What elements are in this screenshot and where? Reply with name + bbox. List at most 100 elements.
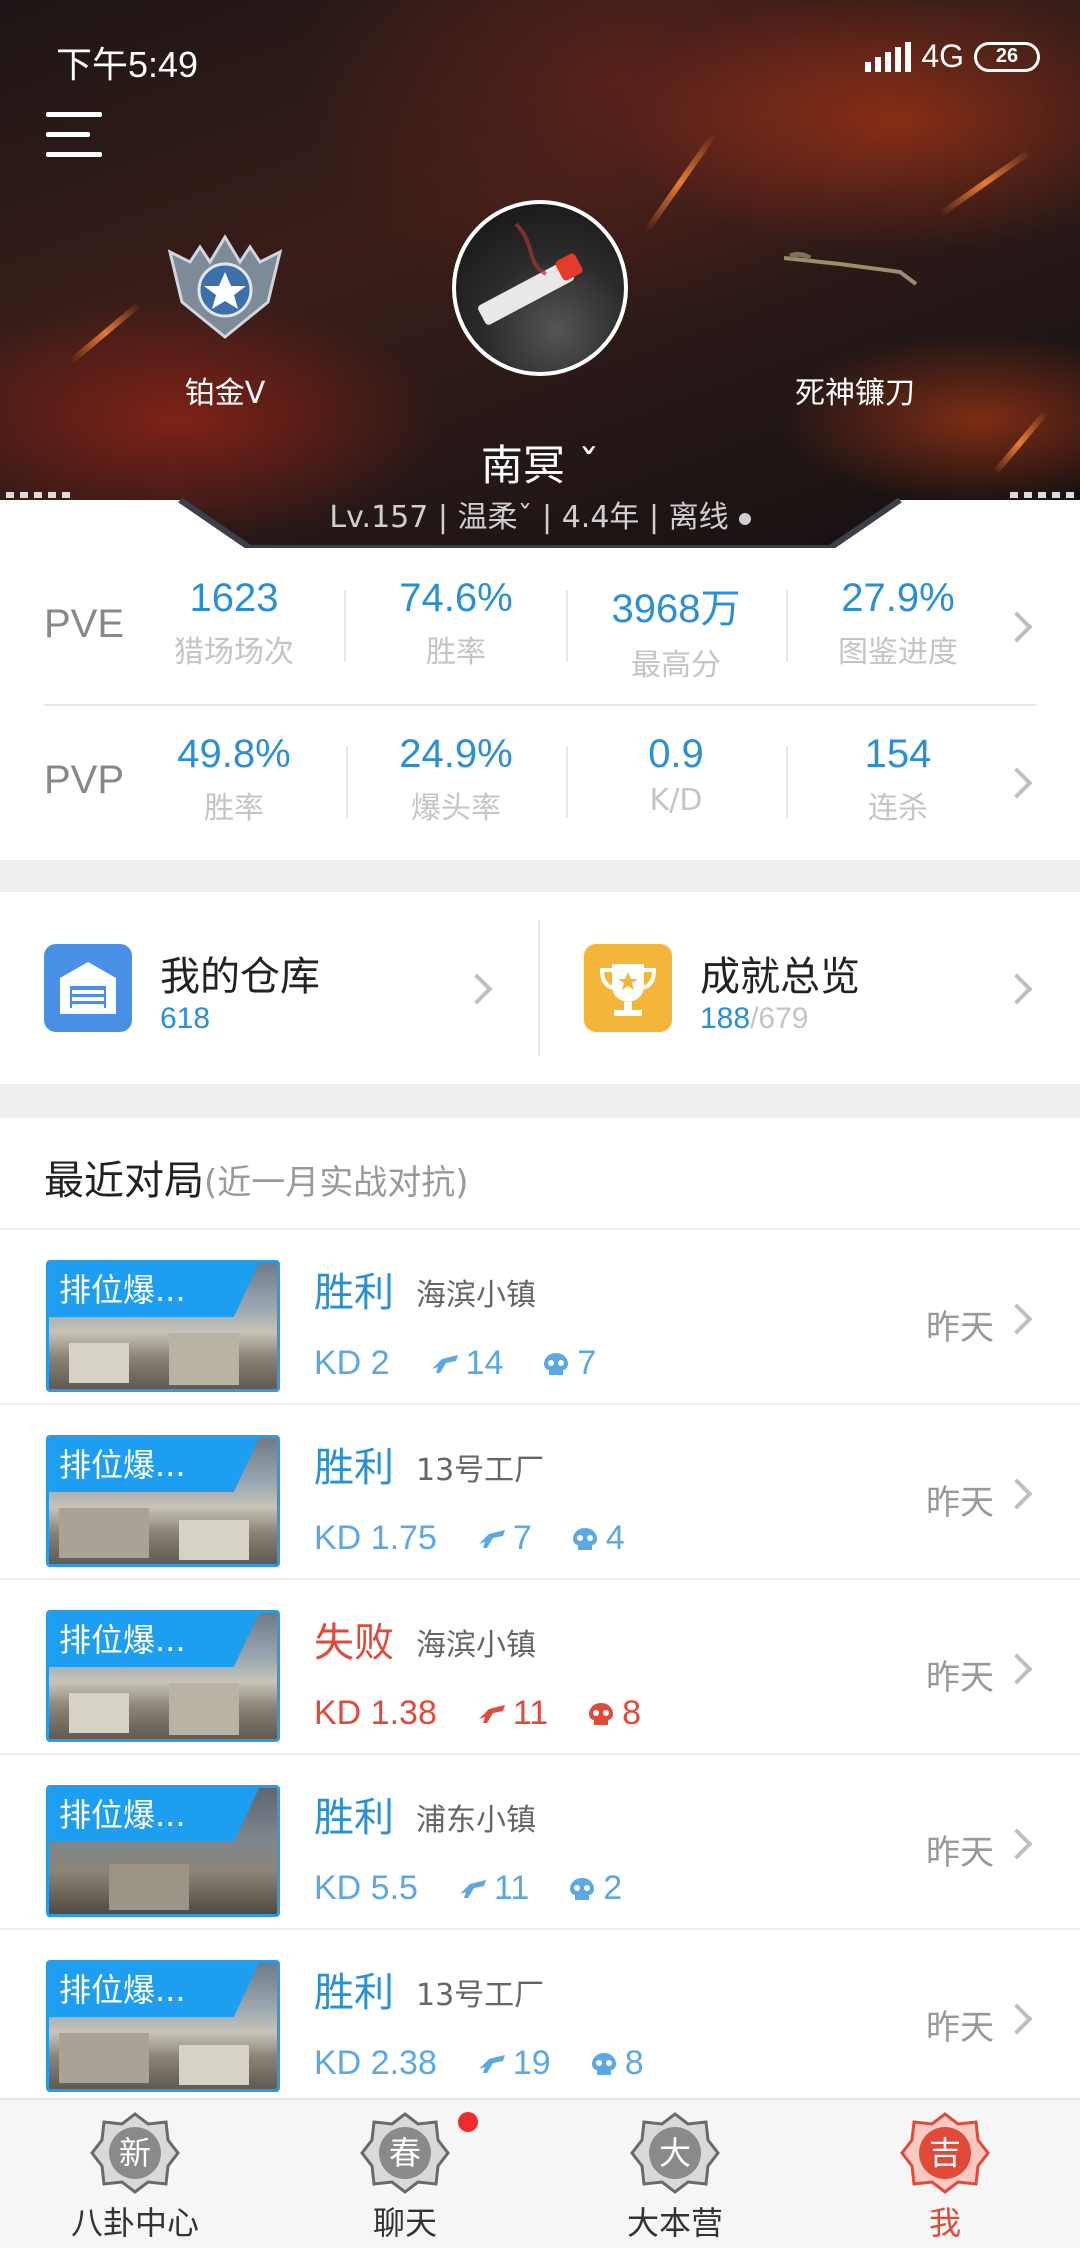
match-time: 昨天 bbox=[926, 1833, 994, 1873]
match-mode: 排位爆... bbox=[49, 1788, 259, 1842]
status-bar: 下午5:49 4G 26 bbox=[0, 0, 1080, 120]
achievements-count: 188/679 bbox=[700, 1002, 808, 1036]
match-row[interactable]: 排位爆... 胜利 浦东小镇 KD 5.5 11 2 昨天 bbox=[0, 1755, 1080, 1930]
match-result: 失败 bbox=[314, 1620, 394, 1666]
status-time: 下午5:49 bbox=[56, 44, 199, 85]
rank-badge-icon bbox=[167, 234, 283, 339]
achievements-shortcut[interactable]: 成就总览 188/679 bbox=[540, 892, 1080, 1084]
recent-title: 最近对局 bbox=[44, 1158, 204, 1204]
match-kd-line: KD 2.38 19 8 bbox=[314, 2044, 644, 2083]
chevron-right-icon bbox=[1001, 1653, 1033, 1685]
match-time: 昨天 bbox=[926, 1658, 994, 1698]
chat-icon: 春 bbox=[360, 2112, 450, 2194]
match-map: 13号工厂 bbox=[416, 1978, 545, 2013]
match-kills: 11 bbox=[493, 1869, 530, 1907]
shortcuts-panel: 我的仓库 618 成就总览 188/679 bbox=[0, 892, 1080, 1084]
match-kd: KD 1.38 bbox=[314, 1694, 437, 1732]
pve-label: PVE bbox=[44, 602, 125, 646]
match-result: 胜利 bbox=[314, 1795, 394, 1841]
match-time: 昨天 bbox=[926, 1308, 994, 1348]
stat-label: 胜率 bbox=[204, 791, 264, 826]
gun-icon bbox=[459, 1879, 486, 1898]
chevron-right-icon bbox=[1001, 1828, 1033, 1860]
header-frame bbox=[0, 492, 1080, 548]
match-row[interactable]: 排位爆... 失败 海滨小镇 KD 1.38 11 8 昨天 bbox=[0, 1580, 1080, 1755]
stat-value: 0.9 bbox=[648, 732, 704, 776]
battery-icon: 26 bbox=[974, 41, 1040, 72]
warehouse-icon bbox=[44, 944, 132, 1032]
pve-stat: 27.9% 图鉴进度 bbox=[788, 576, 1008, 671]
match-row[interactable]: 排位爆... 胜利 海滨小镇 KD 2 14 7 昨天 bbox=[0, 1230, 1080, 1405]
match-kd-line: KD 1.75 7 4 bbox=[314, 1519, 625, 1558]
stat-value: 24.9% bbox=[399, 732, 513, 776]
achievements-title: 成就总览 bbox=[700, 954, 860, 1000]
tab-gossip[interactable]: 新 八卦中心 bbox=[0, 2100, 270, 2248]
tab-label: 聊天 bbox=[372, 2204, 437, 2242]
match-mode: 排位爆... bbox=[49, 1963, 259, 2017]
pvp-stats-row[interactable]: PVP 49.8% 胜率 24.9% 爆头率 0.9 K/D 154 连杀 bbox=[0, 704, 1080, 860]
match-thumbnail: 排位爆... bbox=[46, 1785, 280, 1917]
skull-icon bbox=[572, 1527, 597, 1550]
match-kills: 11 bbox=[512, 1694, 549, 1732]
chevron-right-icon bbox=[1001, 973, 1033, 1005]
warehouse-shortcut[interactable]: 我的仓库 618 bbox=[0, 892, 540, 1084]
weapon-icon bbox=[783, 251, 918, 286]
match-row[interactable]: 排位爆... 胜利 13号工厂 KD 2.38 19 8 昨天 bbox=[0, 1930, 1080, 2105]
match-kd: KD 2 bbox=[314, 1344, 390, 1382]
tab-me[interactable]: 吉 我 bbox=[810, 2100, 1080, 2248]
match-kd-line: KD 2 14 7 bbox=[314, 1344, 596, 1383]
match-kills: 19 bbox=[512, 2044, 551, 2082]
stats-panel: PVE 1623 猎场场次 74.6% 胜率 3968万 最高分 27.9% 图… bbox=[0, 548, 1080, 860]
pvp-stat: 0.9 K/D bbox=[566, 732, 786, 818]
pvp-stat: 24.9% 爆头率 bbox=[346, 732, 566, 827]
chevron-right-icon bbox=[1001, 2003, 1033, 2035]
pvp-stat: 49.8% 胜率 bbox=[124, 732, 344, 827]
weapon-label: 死神镰刀 bbox=[795, 376, 915, 411]
tab-label: 大本营 bbox=[626, 2204, 723, 2242]
bg-ember bbox=[68, 301, 142, 365]
profile-header: 下午5:49 4G 26 铂金V 死神镰刀 南冥 ˇ Lv.157 | 温柔ˇ … bbox=[0, 0, 1080, 548]
match-kd: KD 5.5 bbox=[314, 1869, 418, 1907]
stat-label: 连杀 bbox=[868, 791, 928, 826]
match-headshots: 8 bbox=[622, 1694, 642, 1732]
pvp-label: PVP bbox=[44, 758, 125, 802]
recent-matches: 最近对局(近一月实战对抗) 排位爆... 胜利 海滨小镇 KD 2 14 7 昨… bbox=[0, 1118, 1080, 2098]
pve-stats-row[interactable]: PVE 1623 猎场场次 74.6% 胜率 3968万 最高分 27.9% 图… bbox=[0, 548, 1080, 704]
match-result: 胜利 bbox=[314, 1445, 394, 1491]
tab-base[interactable]: 大 大本营 bbox=[540, 2100, 810, 2248]
tab-chat[interactable]: 春 聊天 bbox=[270, 2100, 540, 2248]
avatar[interactable] bbox=[452, 200, 628, 376]
match-headshots: 2 bbox=[603, 1869, 623, 1907]
stat-label: 猎场场次 bbox=[174, 635, 294, 670]
warehouse-count: 618 bbox=[160, 1002, 211, 1035]
match-kills: 14 bbox=[465, 1344, 504, 1382]
status-icons: 4G 26 bbox=[865, 38, 1040, 75]
pve-stat: 3968万 最高分 bbox=[566, 576, 786, 684]
tab-glyph: 吉 bbox=[929, 2134, 961, 2172]
match-row[interactable]: 排位爆... 胜利 13号工厂 KD 1.75 7 4 昨天 bbox=[0, 1405, 1080, 1580]
pve-stat: 74.6% 胜率 bbox=[346, 576, 566, 671]
me-icon: 吉 bbox=[900, 2112, 990, 2194]
match-map: 海滨小镇 bbox=[416, 1278, 536, 1313]
bg-ember bbox=[938, 148, 1032, 218]
base-icon: 大 bbox=[630, 2112, 720, 2194]
stat-value: 49.8% bbox=[177, 732, 291, 776]
match-thumbnail: 排位爆... bbox=[46, 1960, 280, 2092]
stat-label: 爆头率 bbox=[411, 791, 501, 826]
tab-label: 八卦中心 bbox=[70, 2204, 199, 2242]
achievements-done: 188 bbox=[700, 1002, 751, 1035]
skull-icon bbox=[589, 1702, 614, 1725]
stat-value: 74.6% bbox=[399, 576, 513, 620]
warehouse-title: 我的仓库 bbox=[160, 954, 320, 1000]
match-map: 浦东小镇 bbox=[416, 1803, 536, 1838]
stat-value: 154 bbox=[864, 732, 932, 776]
stat-label: 胜率 bbox=[426, 635, 486, 670]
menu-icon[interactable] bbox=[46, 112, 102, 160]
news-icon: 新 bbox=[90, 2112, 180, 2194]
skull-icon bbox=[570, 1877, 595, 1900]
match-map: 海滨小镇 bbox=[416, 1628, 536, 1663]
match-map: 13号工厂 bbox=[416, 1453, 545, 1488]
gun-icon bbox=[478, 2054, 505, 2073]
gun-icon bbox=[478, 1704, 505, 1723]
match-kd: KD 1.75 bbox=[314, 1519, 437, 1557]
